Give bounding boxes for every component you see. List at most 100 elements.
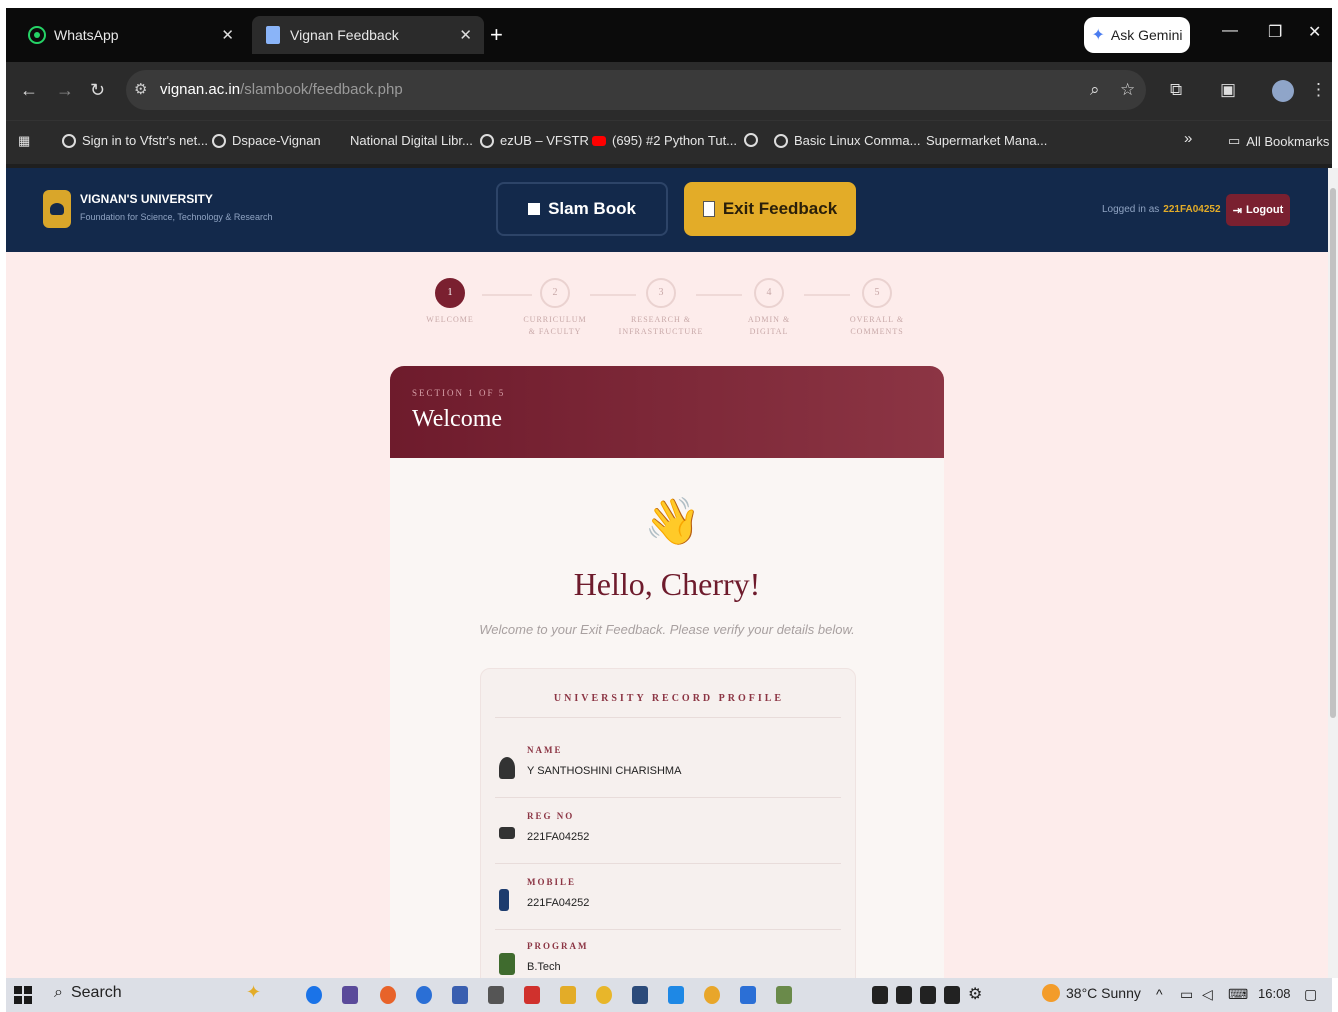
field-reg-no: REG NO 221FA04252 bbox=[499, 811, 839, 861]
close-window-icon[interactable]: ✕ bbox=[1308, 22, 1321, 42]
chrome-icon[interactable] bbox=[704, 986, 720, 1004]
url-path: /slambook/feedback.php bbox=[240, 81, 403, 98]
step-overall[interactable]: 5 OVERALL & COMMENTS bbox=[822, 278, 932, 338]
step-number: 4 bbox=[754, 278, 784, 308]
forward-icon[interactable]: → bbox=[56, 80, 74, 101]
windows-taskbar: ⌕ Search ✦ ⚙ 38°C Sunny ^ ▭ ◁ ⌨ 16:08 ▢ bbox=[6, 978, 1332, 1012]
bookmark-item[interactable]: Supermarket Mana... bbox=[926, 133, 1047, 148]
bookmark-item[interactable]: ezUB – VFSTR bbox=[480, 133, 589, 148]
bookmark-star-icon[interactable]: ☆ bbox=[1120, 80, 1135, 100]
close-tab-icon[interactable]: ✕ bbox=[459, 26, 472, 44]
more-bookmarks-button[interactable]: » bbox=[1184, 130, 1192, 147]
university-name: VIGNAN'S UNIVERSITY bbox=[80, 192, 213, 206]
divider bbox=[495, 863, 841, 864]
apps-icon[interactable]: ▦ bbox=[18, 133, 30, 149]
ask-gemini-button[interactable]: ✦ Ask Gemini bbox=[1084, 17, 1190, 53]
book-icon bbox=[528, 203, 541, 215]
app-icon[interactable] bbox=[944, 986, 960, 1004]
bookmark-item[interactable]: Basic Linux Comma... bbox=[774, 133, 920, 148]
profile-avatar[interactable] bbox=[1272, 80, 1294, 102]
divider bbox=[495, 797, 841, 798]
field-mobile: MOBILE 221FA04252 bbox=[499, 877, 839, 927]
bookmark-label: Sign in to Vfstr's net... bbox=[82, 133, 209, 148]
exit-feedback-button[interactable]: Exit Feedback bbox=[684, 182, 856, 236]
section-indicator: SECTION 1 OF 5 bbox=[412, 388, 506, 398]
copilot-sparkle-icon[interactable]: ✦ bbox=[246, 982, 262, 1002]
app-icon[interactable] bbox=[920, 986, 936, 1004]
bookmark-item[interactable] bbox=[744, 133, 758, 147]
keyboard-icon[interactable]: ⌨ bbox=[1228, 986, 1248, 1003]
tab-vignan-feedback[interactable]: Vignan Feedback ✕ bbox=[252, 16, 484, 54]
step-curriculum[interactable]: 2 CURRICULUM & FACULTY bbox=[500, 278, 610, 338]
logout-button[interactable]: ⇥ Logout bbox=[1226, 194, 1290, 226]
edge-icon[interactable] bbox=[416, 986, 432, 1004]
bookmark-item[interactable]: (695) #2 Python Tut... bbox=[592, 133, 737, 148]
university-tagline: Foundation for Science, Technology & Res… bbox=[80, 212, 273, 222]
zoom-icon[interactable]: ⌕ bbox=[1090, 80, 1100, 100]
notification-icon[interactable]: ▢ bbox=[1304, 986, 1317, 1003]
globe-icon bbox=[480, 133, 494, 148]
acrobat-icon[interactable] bbox=[524, 986, 540, 1004]
app-icon[interactable] bbox=[896, 986, 912, 1004]
globe-icon bbox=[212, 133, 226, 148]
app-icon[interactable] bbox=[776, 986, 792, 1004]
windows-start-icon[interactable] bbox=[14, 986, 32, 1004]
step-admin[interactable]: 4 ADMIN & DIGITAL bbox=[714, 278, 824, 338]
app-icon[interactable] bbox=[632, 986, 648, 1004]
close-tab-icon[interactable]: ✕ bbox=[221, 26, 234, 44]
slam-book-label: Slam Book bbox=[548, 199, 636, 218]
back-icon[interactable]: ← bbox=[20, 80, 38, 101]
firefox-icon[interactable] bbox=[380, 986, 396, 1004]
extensions-icon[interactable]: ⧉ bbox=[1170, 80, 1182, 100]
tab-whatsapp[interactable]: WhatsApp ✕ bbox=[14, 16, 246, 54]
greeting: Hello, Cherry! bbox=[573, 566, 761, 602]
menu-icon[interactable]: ⋮ bbox=[1310, 80, 1327, 100]
page-scrollbar[interactable] bbox=[1328, 168, 1338, 978]
card-title: Welcome bbox=[412, 406, 503, 432]
tab-search-icon[interactable]: ▣ bbox=[1220, 80, 1236, 100]
field-name: NAME Y SANTHOSHINI CHARISHMA bbox=[499, 745, 839, 795]
logged-in-label: Logged in as bbox=[1102, 204, 1160, 215]
restore-icon[interactable]: ❐ bbox=[1268, 22, 1282, 42]
phone-icon bbox=[499, 889, 509, 911]
taskbar-search[interactable]: ⌕ Search bbox=[54, 984, 122, 1002]
slam-book-button[interactable]: Slam Book bbox=[496, 182, 668, 236]
app-icon[interactable] bbox=[740, 986, 756, 1004]
scrollbar-thumb[interactable] bbox=[1330, 188, 1336, 718]
skype-icon[interactable] bbox=[306, 986, 322, 1004]
page-icon bbox=[702, 201, 715, 217]
site-header: VIGNAN'S UNIVERSITY Foundation for Scien… bbox=[6, 168, 1328, 252]
book-icon bbox=[499, 953, 515, 975]
minimize-icon[interactable]: — bbox=[1222, 22, 1238, 40]
network-icon[interactable]: ▭ bbox=[1180, 986, 1193, 1003]
file-explorer-icon[interactable] bbox=[560, 986, 576, 1004]
divider bbox=[495, 717, 841, 718]
new-tab-button[interactable]: + bbox=[490, 22, 503, 48]
bookmark-item[interactable]: Sign in to Vfstr's net... bbox=[62, 133, 208, 148]
weather-widget[interactable]: 38°C Sunny bbox=[1042, 984, 1141, 1002]
logged-in-info: Logged in as 221FA04252 bbox=[1102, 204, 1221, 215]
site-info-icon[interactable]: ⚙ bbox=[134, 80, 147, 98]
app-icon[interactable] bbox=[872, 986, 888, 1004]
step-number: 2 bbox=[540, 278, 570, 308]
bookmark-item[interactable]: Dspace-Vignan bbox=[212, 133, 321, 148]
step-research[interactable]: 3 RESEARCH & INFRASTRUCTURE bbox=[606, 278, 716, 338]
chevron-up-icon[interactable]: ^ bbox=[1156, 986, 1163, 1002]
settings-gear-icon[interactable]: ⚙ bbox=[968, 984, 984, 1003]
step-label: WELCOME bbox=[426, 315, 474, 324]
all-bookmarks-button[interactable]: ▭ All Bookmarks bbox=[1228, 133, 1329, 149]
bookmark-item[interactable]: National Digital Libr... bbox=[332, 133, 473, 148]
vscode-icon[interactable] bbox=[668, 986, 684, 1004]
weather-text: 38°C Sunny bbox=[1066, 985, 1141, 1001]
reload-icon[interactable]: ↻ bbox=[90, 80, 105, 101]
app-icon[interactable] bbox=[452, 986, 468, 1004]
clock[interactable]: 16:08 bbox=[1258, 986, 1291, 1001]
url-text[interactable]: vignan.ac.in/slambook/feedback.php bbox=[160, 81, 403, 98]
bookmarks-bar: ▦ Sign in to Vfstr's net... Dspace-Vigna… bbox=[6, 120, 1332, 164]
chrome-icon[interactable] bbox=[596, 986, 612, 1004]
teams-icon[interactable] bbox=[342, 986, 358, 1004]
logout-icon: ⇥ bbox=[1232, 204, 1242, 217]
app-icon[interactable] bbox=[488, 986, 504, 1004]
volume-icon[interactable]: ◁ bbox=[1202, 986, 1213, 1003]
step-welcome[interactable]: 1 WELCOME bbox=[395, 278, 505, 326]
